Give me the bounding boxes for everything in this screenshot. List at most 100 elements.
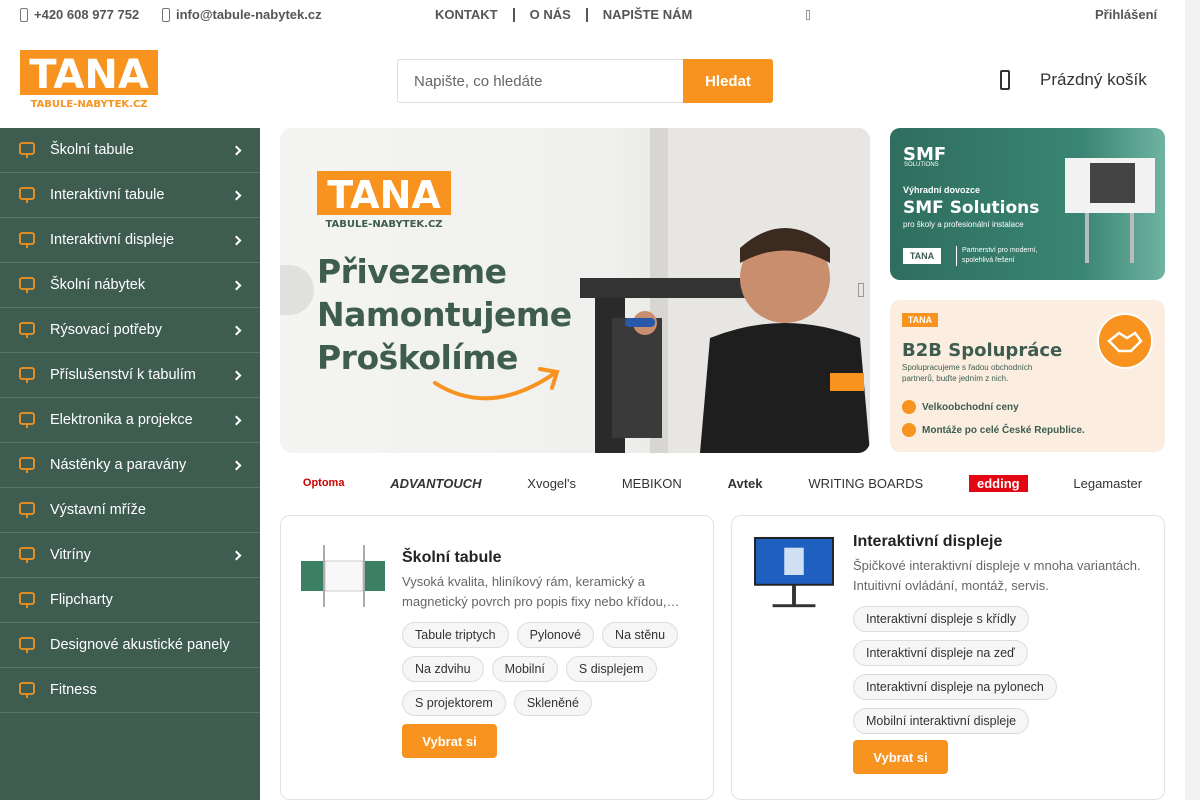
sidebar-item-label: Interaktivní displeje (50, 232, 175, 248)
scrollbar[interactable] (1185, 0, 1200, 800)
hero-banner[interactable]: TANA TABULE-NABYTEK.CZ Přivezeme Namontu… (280, 128, 870, 453)
category-tag[interactable]: Tabule triptych (402, 622, 509, 648)
pencil-icon (17, 365, 37, 385)
brand-logo: Legamaster (1073, 475, 1143, 491)
category-card: Interaktivní displeje Špičkové interakti… (731, 515, 1165, 800)
display-icon (17, 230, 37, 250)
sidebar-item[interactable]: Školní tabule (0, 128, 260, 173)
brand-logo: MEBIKON (621, 475, 682, 491)
email-address[interactable]: info@tabule-nabytek.cz (176, 7, 322, 22)
sidebar-item-label: Školní tabule (50, 142, 134, 158)
b2b-bullet-text: Velkoobchodní ceny (922, 401, 1019, 413)
category-tag[interactable]: Mobilní (491, 656, 558, 682)
chair-icon (17, 275, 37, 295)
sidebar-item-label: Designové akustické panely (50, 637, 230, 653)
search-bar: Hledat (397, 59, 773, 103)
phone-contact[interactable]: +420 608 977 752 (20, 7, 139, 22)
category-tag[interactable]: S displejem (565, 656, 657, 682)
smf-tana-logo: TANA (903, 248, 941, 264)
sidebar-item[interactable]: Flipcharty (0, 578, 260, 623)
card-tags: Tabule triptych Pylonové Na stěnu Na zdvihu… (402, 622, 702, 716)
board-icon (17, 140, 37, 160)
sidebar-item[interactable]: Vitríny (0, 533, 260, 578)
login-link[interactable]: Přihlášení (1095, 7, 1157, 22)
smf-partner: Partnerství pro moderní, spolehlivá řeše… (956, 246, 1056, 266)
b2b-bullet: Montáže po celé České Republice. (902, 423, 1085, 437)
top-nav: KONTAKT O NÁS NAPIŠTE NÁM (420, 7, 707, 22)
promo-b2b[interactable]: TANA B2B Spolupráce Spolupracujeme s řad… (890, 300, 1165, 452)
sidebar-item-label: Fitness (50, 682, 97, 698)
category-tag[interactable]: Na zdvihu (402, 656, 484, 682)
whiteboard-image (1065, 158, 1155, 263)
sidebar-item[interactable]: Elektronika a projekce (0, 398, 260, 443)
svg-text:TABULE-NABYTEK.CZ: TABULE-NABYTEK.CZ (325, 219, 442, 229)
cart-icon (1000, 70, 1010, 90)
sidebar-item-label: Nástěnky a paravány (50, 457, 187, 473)
category-tag[interactable]: Na stěnu (602, 622, 679, 648)
phone-icon (20, 7, 28, 22)
brand-logo: WRITING BOARDS (808, 475, 924, 491)
handshake-icon (1097, 313, 1153, 369)
site-logo[interactable]: TANA TABULE-NABYTEK.CZ (20, 50, 158, 109)
school-board-thumbnail (301, 545, 385, 607)
sidebar-item[interactable]: Designové akustické panely (0, 623, 260, 668)
sidebar-item[interactable]: Interaktivní displeje (0, 218, 260, 263)
next-slide-button[interactable] (858, 283, 864, 297)
category-tag[interactable]: Pylonové (516, 622, 595, 648)
sidebar-item-label: Elektronika a projekce (50, 412, 193, 428)
brand-logo: Xvogel's (527, 475, 577, 491)
email-contact[interactable]: info@tabule-nabytek.cz (162, 7, 322, 22)
sidebar-item[interactable]: Interaktivní tabule (0, 173, 260, 218)
category-tag[interactable]: Interaktivní displeje s křídly (853, 606, 1030, 632)
mail-icon (162, 7, 170, 22)
card-tags: Interaktivní displeje s křídly Interaktiv… (853, 606, 1153, 734)
category-tag[interactable]: Skleněné (513, 690, 592, 716)
sidebar-item[interactable]: Rýsovací potřeby (0, 308, 260, 353)
choose-button[interactable]: Vybrat si (853, 740, 948, 774)
display-thumbnail (754, 536, 834, 608)
category-tag[interactable]: Interaktivní displeje na pylonech (853, 674, 1057, 700)
sidebar-item[interactable]: Fitness (0, 668, 260, 713)
b2b-bullet: Velkoobchodní ceny (902, 400, 1019, 414)
cabinet-icon (17, 545, 37, 565)
phone-number[interactable]: +420 608 977 752 (34, 7, 139, 22)
nav-napiste-nam[interactable]: NAPIŠTE NÁM (588, 7, 708, 22)
arrow-swoosh-icon (433, 367, 560, 401)
sidebar-item[interactable]: Školní nábytek (0, 263, 260, 308)
chevron-right-icon (231, 325, 242, 335)
b2b-text: Spolupracujeme s řadou obchodních partne… (902, 363, 1033, 383)
b2b-title: B2B Spolupráce (902, 340, 1063, 361)
search-button[interactable]: Hledat (683, 59, 773, 103)
chevron-right-icon (231, 460, 242, 470)
category-tag[interactable]: Mobilní interaktivní displeje (853, 708, 1030, 734)
chevron-right-icon (231, 145, 242, 155)
nav-kontakt[interactable]: KONTAKT (420, 7, 513, 22)
chevron-right-icon (231, 280, 242, 290)
b2b-bullet-text: Montáže po celé České Republice. (922, 424, 1085, 436)
search-input[interactable] (397, 59, 683, 103)
sidebar-item[interactable]: Nástěnky a paravány (0, 443, 260, 488)
category-tag[interactable]: S projektorem (402, 690, 506, 716)
language-icon[interactable] (806, 10, 810, 20)
smf-title: SMF Solutions (903, 198, 1040, 218)
card-title[interactable]: Interaktivní displeje (853, 533, 1002, 551)
choose-button[interactable]: Vybrat si (402, 724, 497, 758)
card-title[interactable]: Školní tabule (402, 549, 502, 567)
interactive-board-icon (17, 185, 37, 205)
banner-logo: TANA TABULE-NABYTEK.CZ (317, 171, 451, 229)
gear-icon (902, 423, 916, 437)
headline-line: Přivezeme (317, 252, 507, 291)
promo-smf[interactable]: SMF SOLUTIONS Výhradní dovozce SMF Solut… (890, 128, 1165, 280)
cart[interactable]: Prázdný košík (1000, 70, 1147, 90)
sidebar-item[interactable]: Příslušenství k tabulím (0, 353, 260, 398)
sidebar-item-label: Rýsovací potřeby (50, 322, 163, 338)
nav-o-nas[interactable]: O NÁS (515, 7, 586, 22)
category-tag[interactable]: Interaktivní displeje na zeď (853, 640, 1028, 666)
sidebar-item[interactable]: Výstavní mříže (0, 488, 260, 533)
brand-strip: Optoma ADVANTOUCH Xvogel's MEBIKON Avtek WRIT… (280, 468, 1165, 498)
headline-line: Namontujeme (317, 295, 572, 334)
projector-icon (17, 410, 37, 430)
svg-text:TANA: TANA (327, 173, 441, 217)
brand-logo: Avtek (727, 475, 763, 491)
svg-text:TABULE-NABYTEK.CZ: TABULE-NABYTEK.CZ (30, 99, 147, 109)
